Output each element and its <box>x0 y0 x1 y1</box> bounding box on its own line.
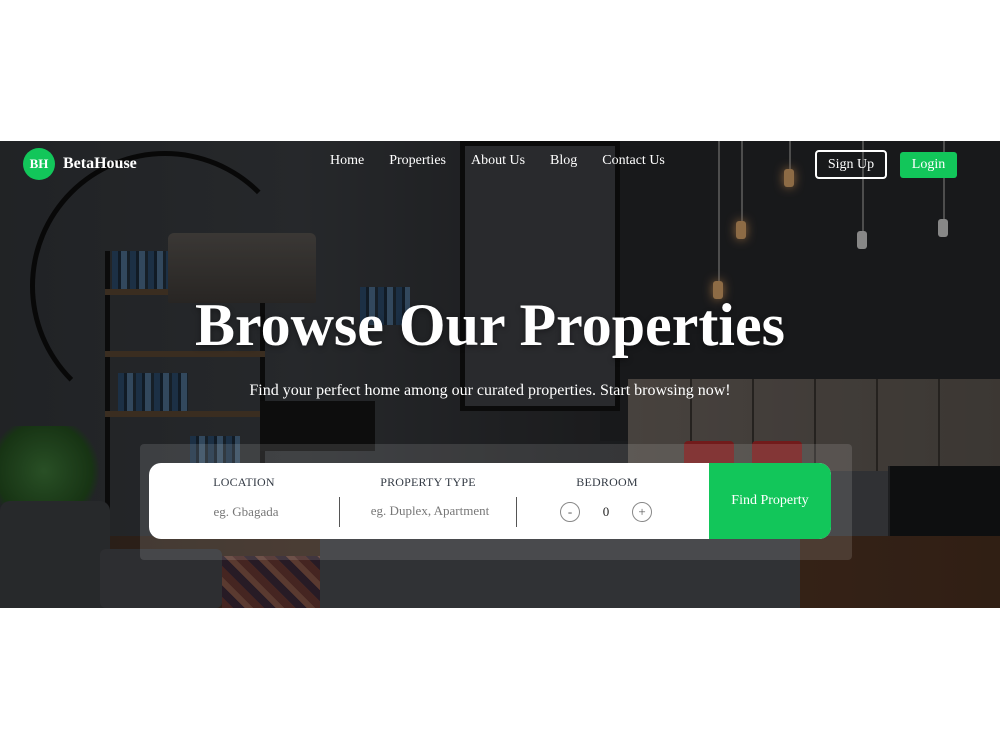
property-type-input[interactable] <box>350 502 510 520</box>
nav-contact-us[interactable]: Contact Us <box>602 153 665 169</box>
nav-about-us[interactable]: About Us <box>471 153 525 169</box>
nav-home[interactable]: Home <box>330 153 364 169</box>
hero-subtitle: Find your perfect home among our curated… <box>249 382 731 399</box>
hero-title: Browse Our Properties <box>195 292 785 358</box>
login-button[interactable]: Login <box>900 152 957 178</box>
bedroom-count: 0 <box>602 504 610 519</box>
property-type-label: PROPERTY TYPE <box>380 475 476 489</box>
main-nav: Home Properties About Us Blog Contact Us <box>330 153 665 169</box>
page: BH BetaHouse Home Properties About Us Bl… <box>0 0 1000 750</box>
location-field: LOCATION <box>149 463 339 539</box>
bedroom-increment-button[interactable]: + <box>632 502 652 522</box>
brand-name: BetaHouse <box>63 155 137 172</box>
location-input[interactable] <box>169 503 323 521</box>
find-property-button[interactable]: Find Property <box>709 463 831 539</box>
bedroom-field: BEDROOM - 0 + <box>517 463 697 539</box>
sign-up-button[interactable]: Sign Up <box>815 150 887 179</box>
brand-logo[interactable]: BH BetaHouse <box>23 148 137 180</box>
nav-blog[interactable]: Blog <box>550 153 577 169</box>
nav-properties[interactable]: Properties <box>389 153 446 169</box>
property-type-field: PROPERTY TYPE <box>340 463 516 539</box>
location-label: LOCATION <box>213 475 275 489</box>
bedroom-decrement-button[interactable]: - <box>560 502 580 522</box>
bedroom-label: BEDROOM <box>576 475 638 489</box>
logo-badge: BH <box>23 148 55 180</box>
